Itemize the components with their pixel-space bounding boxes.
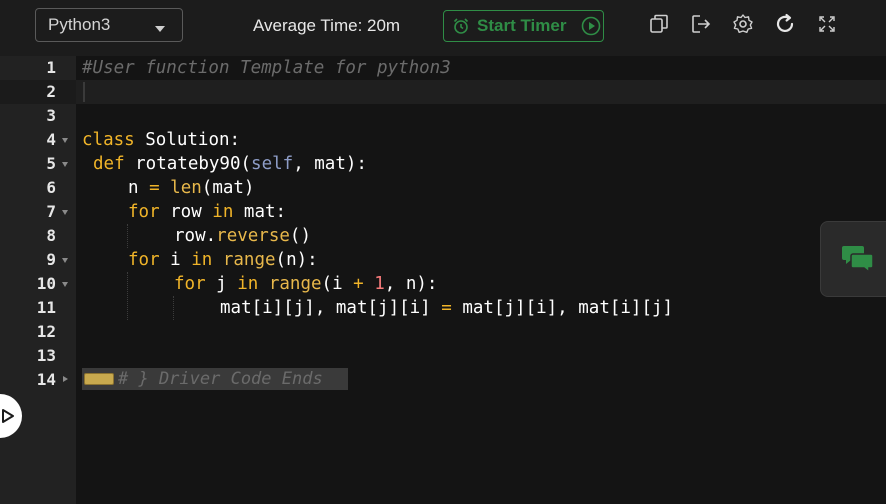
- code-line-9: for i in range(n):: [128, 250, 318, 270]
- line-number: 2: [46, 82, 56, 101]
- code-line-11: mat[i][j], mat[j][i] = mat[j][i], mat[i]…: [220, 298, 674, 318]
- alarm-clock-icon: [453, 18, 469, 34]
- code-line-8: row.reverse(): [174, 226, 311, 246]
- line-number: 1: [46, 58, 56, 77]
- code-line-4: class Solution:: [82, 130, 241, 150]
- copy-icon[interactable]: [648, 13, 670, 35]
- code-line-1: #User function Template for python3: [82, 58, 451, 78]
- line-number: 12: [36, 322, 56, 341]
- line-number: 7: [46, 202, 56, 221]
- fold-marker-icon[interactable]: [84, 373, 114, 385]
- unfold-toggle-icon[interactable]: [63, 376, 68, 382]
- text-cursor: [83, 82, 85, 102]
- settings-icon[interactable]: [732, 13, 754, 35]
- reset-icon[interactable]: [774, 13, 796, 35]
- indent-guide: [127, 272, 128, 320]
- indent-guide: [173, 296, 174, 320]
- line-number: 14: [36, 370, 56, 389]
- indent-guide: [127, 224, 128, 248]
- fold-toggle-icon[interactable]: [62, 162, 68, 167]
- line-number: 3: [46, 106, 56, 125]
- language-value: Python3: [48, 15, 111, 34]
- line-number: 6: [46, 178, 56, 197]
- fullscreen-icon[interactable]: [816, 13, 838, 35]
- start-timer-button[interactable]: Start Timer: [443, 10, 604, 42]
- line-number: 5: [46, 154, 56, 173]
- line-number: 8: [46, 226, 56, 245]
- line-number: 10: [36, 274, 56, 293]
- fold-toggle-icon[interactable]: [62, 138, 68, 143]
- code-editor[interactable]: #User function Template for python3 clas…: [76, 56, 886, 504]
- export-icon[interactable]: [690, 13, 712, 35]
- active-line-highlight: [76, 80, 886, 104]
- play-circle-icon: [581, 16, 601, 36]
- line-number: 13: [36, 346, 56, 365]
- folded-code-region[interactable]: # } Driver Code Ends: [82, 368, 348, 390]
- average-time: Average Time: 20m: [253, 16, 401, 35]
- line-number: 11: [36, 298, 56, 317]
- code-line-5: def rotateby90(self, mat):: [93, 154, 367, 174]
- fold-toggle-icon[interactable]: [62, 258, 68, 263]
- fold-toggle-icon[interactable]: [62, 282, 68, 287]
- caret-down-icon: [155, 26, 165, 32]
- line-number: 4: [46, 130, 56, 149]
- code-line-7: for row in mat:: [128, 202, 287, 222]
- editor-toolbar: Python3 Average Time: 20m Start Timer: [0, 0, 886, 56]
- play-triangle-icon: [2, 409, 14, 423]
- line-number: 9: [46, 250, 56, 269]
- chat-button[interactable]: [820, 221, 886, 297]
- timer-label: Start Timer: [477, 16, 567, 35]
- code-line-10: for j in range(i + 1, n):: [174, 274, 438, 294]
- code-line-6: n = len(mat): [128, 178, 255, 198]
- folded-comment: # } Driver Code Ends: [118, 369, 323, 389]
- line-number-gutter: 1 2 3 4 5 6 7 8 9 10 11 12 13 14: [0, 56, 76, 504]
- fold-toggle-icon[interactable]: [62, 210, 68, 215]
- language-select[interactable]: Python3: [35, 8, 183, 42]
- chat-bubbles-icon: [842, 246, 874, 274]
